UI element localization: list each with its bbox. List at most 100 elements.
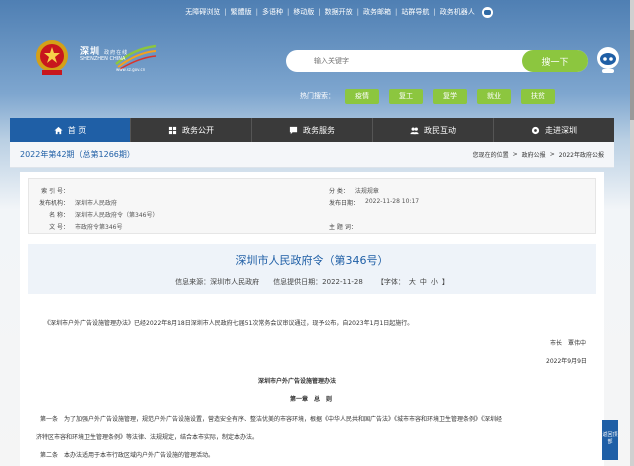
article-2: 第二条 本办法适用于本市行政区域内户外广告设施的管理活动。: [40, 452, 215, 459]
doc-info: 信息来源：深圳市人民政府 信息提供日期：2022-11-28 【字体： 大 中 …: [28, 277, 596, 287]
meta-value: 深圳市人民政府: [75, 200, 118, 207]
nav-item-interaction[interactable]: 政民互动: [373, 118, 494, 142]
breadcrumb: 您现在的位置 > 政府公报 > 2022年政府公报: [473, 150, 604, 159]
link-accessibility[interactable]: 无障碍浏览: [181, 7, 224, 17]
doc-meta-table: 索 引 号： 发布机构： 深圳市人民政府 名 称： 深圳市人民政府令（第346号…: [28, 178, 596, 234]
hot-tag[interactable]: 复学: [433, 88, 467, 104]
page-title: 深圳市人民政府令（第346号）: [235, 254, 389, 267]
meta-value: 2022-11-28 10:17: [365, 198, 420, 205]
scrollbar[interactable]: [630, 0, 634, 466]
nav-item-label: 政务公开: [182, 125, 214, 135]
meta-docno: 文 号： 市政府令第346号: [35, 222, 122, 231]
people-icon: [410, 127, 419, 134]
info-date: 信息提供日期：2022-11-28: [273, 278, 363, 286]
info-source: 信息来源：深圳市人民政府: [175, 278, 260, 286]
meta-category: 分 类： 法规规章: [329, 186, 379, 195]
issue-bar: 2022年第42期（总第1266期） 您现在的位置 > 政府公报 > 2022年…: [10, 142, 614, 168]
crumb-2022-gazette[interactable]: 2022年政府公报: [559, 150, 604, 159]
meta-date: 发布日期： 2022-11-28 10:17: [329, 198, 419, 207]
separator: |: [224, 8, 227, 16]
link-site-nav[interactable]: 站群导航: [397, 7, 433, 17]
meta-value: 深圳市人民政府令（第346号）: [75, 212, 159, 219]
nav-item-label: 走进深圳: [545, 125, 577, 135]
crumb-gov-gazette[interactable]: 政府公报: [522, 150, 546, 159]
article-1-line-1: 第一条 为了加强户外广告设施管理，规范户外广告设施设置，营造安全有序、整洁优美的…: [40, 416, 503, 423]
chat-icon: [289, 126, 298, 134]
separator: |: [318, 8, 321, 16]
meta-key: 名 称：: [49, 212, 69, 219]
separator: |: [356, 8, 360, 16]
hot-tag[interactable]: 复工: [389, 88, 423, 104]
hot-tag[interactable]: 就业: [477, 88, 511, 104]
meta-key: 发布机构：: [38, 200, 69, 207]
separator: |: [286, 8, 290, 16]
meta-org: 发布机构： 深圳市人民政府: [35, 198, 117, 207]
font-size-switcher: 【字体： 大 中 小 】: [377, 277, 449, 287]
top-links: 无障碍浏览 | 繁體版 | 多语种 | 移动版 | 数据开放 | 政务邮箱 | 站群导航 | …: [181, 6, 493, 18]
nav-item-gov-open[interactable]: 政务公开: [131, 118, 252, 142]
meta-name: 名 称： 深圳市人民政府令（第346号）: [35, 210, 158, 219]
meta-key: 发布日期：: [329, 200, 360, 207]
font-size-label: 【字体：: [376, 278, 405, 286]
separator: |: [433, 8, 436, 16]
separator: |: [255, 8, 258, 16]
font-size-close: 】: [441, 278, 449, 286]
meta-key: 分 类：: [329, 188, 349, 195]
doc-title-box: 深圳市人民政府令（第346号） 信息来源：深圳市人民政府 信息提供日期：2022…: [28, 244, 596, 294]
search-button[interactable]: 搜一下: [522, 50, 588, 72]
hot-search-label: 热门搜索：: [300, 92, 335, 100]
font-size-medium[interactable]: 中: [420, 277, 427, 287]
meta-index: 索 引 号：: [35, 186, 75, 195]
logo-english-text: SHENZHEN CHINA: [80, 56, 126, 62]
hot-tag[interactable]: 疫情: [345, 88, 379, 104]
nav-item-label: 政务服务: [303, 125, 335, 135]
content-card: 索 引 号： 发布机构： 深圳市人民政府 名 称： 深圳市人民政府令（第346号…: [20, 172, 604, 466]
chapter-heading: 第一章 总 则: [290, 396, 333, 403]
link-languages[interactable]: 多语种: [258, 7, 287, 17]
font-size-large[interactable]: 大: [409, 277, 416, 287]
link-traditional[interactable]: 繁體版: [227, 7, 256, 17]
link-robot[interactable]: 政务机器人: [436, 7, 479, 17]
nav-item-label: 政民互动: [424, 125, 456, 135]
issue-period: 2022年第42期（总第1266期）: [20, 150, 135, 159]
nav-item-shenzhen[interactable]: 走进深圳: [494, 118, 614, 142]
crumb-separator: >: [512, 151, 518, 158]
meta-key: 索 引 号：: [41, 188, 69, 195]
main-nav: 首 页 政务公开 政务服务 政民互动 走进深圳: [10, 118, 614, 142]
nav-item-label: 首 页: [67, 125, 87, 135]
logo-url-text: www.sz.gov.cn: [116, 67, 146, 72]
scrollbar-thumb[interactable]: [630, 30, 634, 120]
doc-heading: 深圳市户外广告设施管理办法: [258, 378, 337, 385]
top-bar: 无障碍浏览 | 繁體版 | 多语种 | 移动版 | 数据开放 | 政务邮箱 | 站群导航 | …: [0, 0, 634, 24]
back-to-top-button[interactable]: 返回顶部: [602, 420, 618, 460]
home-icon: [54, 126, 63, 134]
robot-icon[interactable]: [481, 6, 493, 18]
meta-value: 法规规章: [354, 188, 379, 195]
hot-search: 热门搜索： 疫情 复工 复学 就业 扶贫: [300, 88, 555, 104]
national-emblem-icon: [36, 40, 68, 75]
link-mail[interactable]: 政务邮箱: [359, 7, 395, 17]
signature: 市长 覃伟中: [550, 340, 587, 347]
nav-item-home[interactable]: 首 页: [10, 118, 131, 142]
article-1-line-2: 济特区市容和环境卫生管理条例》等法律、法规规定，结合本市实际，制定本办法。: [36, 434, 259, 441]
meta-value: 市政府令第346号: [75, 224, 123, 231]
grid-icon: [168, 126, 177, 134]
meta-subject: 主 题 词：: [329, 222, 363, 231]
site-logo[interactable]: 深圳 政府在线 SHENZHEN CHINA www.sz.gov.cn: [78, 40, 158, 74]
link-mobile[interactable]: 移动版: [289, 7, 318, 17]
mascot-robot-icon[interactable]: [595, 46, 621, 74]
meta-key: 文 号：: [49, 224, 69, 231]
search-input[interactable]: [296, 53, 516, 69]
link-open-data[interactable]: 数据开放: [321, 7, 357, 17]
hot-tag[interactable]: 扶贫: [521, 88, 555, 104]
sign-date: 2022年9月9日: [546, 358, 587, 365]
location-label: 您现在的位置: [472, 152, 509, 159]
globe-icon: [531, 126, 540, 134]
search-box: 搜一下: [286, 50, 588, 72]
meta-key: 主 题 词：: [329, 224, 357, 231]
nav-item-gov-service[interactable]: 政务服务: [252, 118, 373, 142]
separator: |: [395, 8, 398, 16]
font-size-small[interactable]: 小: [431, 277, 438, 287]
body-paragraph: 《深圳市户外广告设施管理办法》已经2022年8月18日深圳市人民政府七届51次常…: [44, 320, 414, 327]
crumb-separator: >: [549, 151, 555, 158]
